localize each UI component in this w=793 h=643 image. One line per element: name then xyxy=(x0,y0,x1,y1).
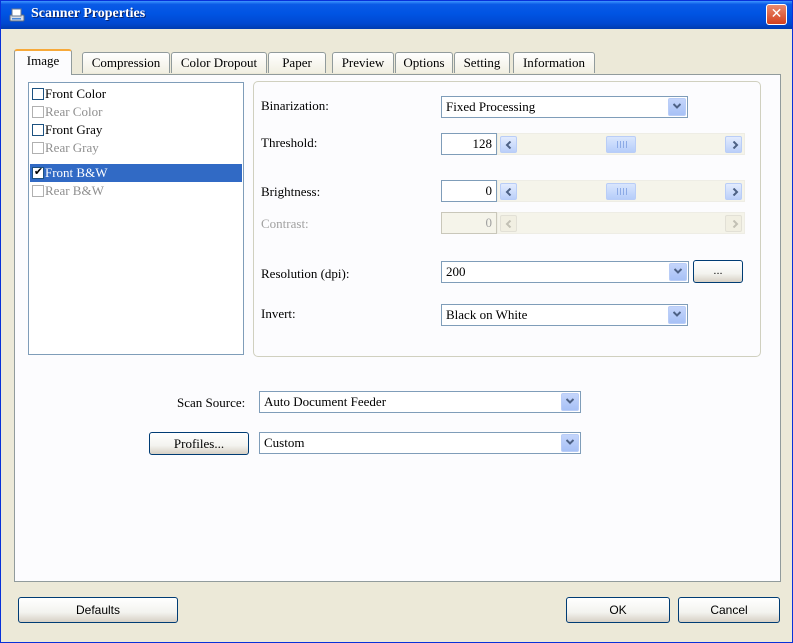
scroll-right-button[interactable] xyxy=(725,136,742,153)
window-title: Scanner Properties xyxy=(31,6,146,21)
resolution-dropdown[interactable]: 200 xyxy=(441,261,689,283)
grip-line xyxy=(617,188,618,195)
scroll-right-button xyxy=(725,215,742,232)
checkbox-rear-bw[interactable] xyxy=(32,185,44,197)
dropdown-button[interactable] xyxy=(669,263,687,281)
list-item-front-color[interactable]: Front Color xyxy=(30,85,242,103)
brightness-slider-thumb[interactable] xyxy=(606,183,636,200)
scanner-icon xyxy=(9,8,25,22)
list-item-label: Rear Color xyxy=(45,104,103,119)
contrast-slider xyxy=(497,212,745,234)
defaults-button[interactable]: Defaults xyxy=(18,597,178,623)
tab-preview[interactable]: Preview xyxy=(332,52,394,73)
resolution-label: Resolution (dpi): xyxy=(261,266,350,281)
grip-line xyxy=(620,141,621,148)
checkbox-rear-gray[interactable] xyxy=(32,142,44,154)
list-item-front-bw[interactable]: ✔ Front B&W xyxy=(30,164,242,182)
tab-color-dropout[interactable]: Color Dropout xyxy=(171,52,267,73)
arrow-right-icon xyxy=(732,220,739,228)
checkbox-front-bw[interactable]: ✔ xyxy=(32,165,44,179)
invert-value: Black on White xyxy=(446,307,528,322)
resolution-value: 200 xyxy=(446,264,466,279)
list-item-rear-gray[interactable]: Rear Gray xyxy=(30,139,242,157)
grip-line xyxy=(626,141,627,148)
chevron-down-icon xyxy=(673,311,681,317)
arrow-right-icon xyxy=(732,141,739,149)
checkbox-rear-color[interactable] xyxy=(32,106,44,118)
cancel-button[interactable]: Cancel xyxy=(678,597,780,623)
grip-line xyxy=(623,141,624,148)
list-item-rear-color[interactable]: Rear Color xyxy=(30,103,242,121)
image-type-list[interactable]: Front Color Rear Color Front Gray Rear G… xyxy=(28,82,244,355)
grip-line xyxy=(617,141,618,148)
scanner-properties-dialog: Scanner Properties ✕ Image Compression C… xyxy=(0,0,793,643)
tab-image[interactable]: Image xyxy=(14,49,72,75)
binarization-dropdown[interactable]: Fixed Processing xyxy=(441,96,688,118)
check-icon: ✔ xyxy=(33,165,44,178)
contrast-value-field: 0 xyxy=(441,212,497,234)
tab-paper[interactable]: Paper xyxy=(268,52,326,73)
dropdown-button[interactable] xyxy=(668,306,686,324)
close-icon: ✕ xyxy=(770,6,783,22)
brightness-value-field[interactable]: 0 xyxy=(441,180,497,202)
arrow-right-icon xyxy=(732,188,739,196)
grip-line xyxy=(626,188,627,195)
tab-options[interactable]: Options xyxy=(395,52,453,73)
invert-label: Invert: xyxy=(261,306,296,321)
chevron-down-icon xyxy=(566,439,574,445)
brightness-label: Brightness: xyxy=(261,184,321,199)
checkbox-front-color[interactable] xyxy=(32,88,44,100)
list-item-label: Front Gray xyxy=(45,122,103,137)
checkbox-front-gray[interactable] xyxy=(32,124,44,136)
list-item-label: Rear Gray xyxy=(45,140,99,155)
profile-dropdown[interactable]: Custom xyxy=(259,432,581,454)
resolution-more-button[interactable]: ... xyxy=(693,260,743,283)
tab-information[interactable]: Information xyxy=(513,52,595,73)
scroll-left-button[interactable] xyxy=(500,183,517,200)
list-item-label: Front B&W xyxy=(45,165,108,180)
dropdown-button[interactable] xyxy=(561,393,579,411)
close-button[interactable]: ✕ xyxy=(766,4,787,25)
list-item-front-gray[interactable]: Front Gray xyxy=(30,121,242,139)
tab-setting[interactable]: Setting xyxy=(454,52,510,73)
list-item-label: Front Color xyxy=(45,86,107,101)
list-item-label: Rear B&W xyxy=(45,183,104,198)
grip-line xyxy=(623,188,624,195)
contrast-label: Contrast: xyxy=(261,216,309,231)
invert-dropdown[interactable]: Black on White xyxy=(441,304,688,326)
title-bar[interactable]: Scanner Properties ✕ xyxy=(1,1,792,29)
scroll-left-button[interactable] xyxy=(500,136,517,153)
profile-value: Custom xyxy=(264,435,305,450)
arrow-left-icon xyxy=(505,141,512,149)
threshold-slider[interactable] xyxy=(497,133,745,155)
chevron-down-icon xyxy=(674,268,682,274)
chevron-down-icon xyxy=(566,398,574,404)
arrow-left-icon xyxy=(505,188,512,196)
dropdown-button[interactable] xyxy=(561,434,579,452)
brightness-slider[interactable] xyxy=(497,180,745,202)
tab-compression[interactable]: Compression xyxy=(82,52,170,73)
scan-source-dropdown[interactable]: Auto Document Feeder xyxy=(259,391,581,413)
chevron-down-icon xyxy=(673,103,681,109)
scroll-left-button xyxy=(500,215,517,232)
threshold-label: Threshold: xyxy=(261,135,318,150)
list-item-rear-bw[interactable]: Rear B&W xyxy=(30,182,242,200)
grip-line xyxy=(620,188,621,195)
arrow-left-icon xyxy=(505,220,512,228)
ok-button[interactable]: OK xyxy=(566,597,670,623)
threshold-slider-thumb[interactable] xyxy=(606,136,636,153)
scan-source-value: Auto Document Feeder xyxy=(264,394,387,409)
scan-source-label: Scan Source: xyxy=(177,395,246,410)
scroll-right-button[interactable] xyxy=(725,183,742,200)
threshold-value-field[interactable]: 128 xyxy=(441,133,497,155)
profiles-button[interactable]: Profiles... xyxy=(149,432,249,455)
binarization-value: Fixed Processing xyxy=(446,99,536,114)
binarization-label: Binarization: xyxy=(261,98,329,113)
dropdown-button[interactable] xyxy=(668,98,686,116)
